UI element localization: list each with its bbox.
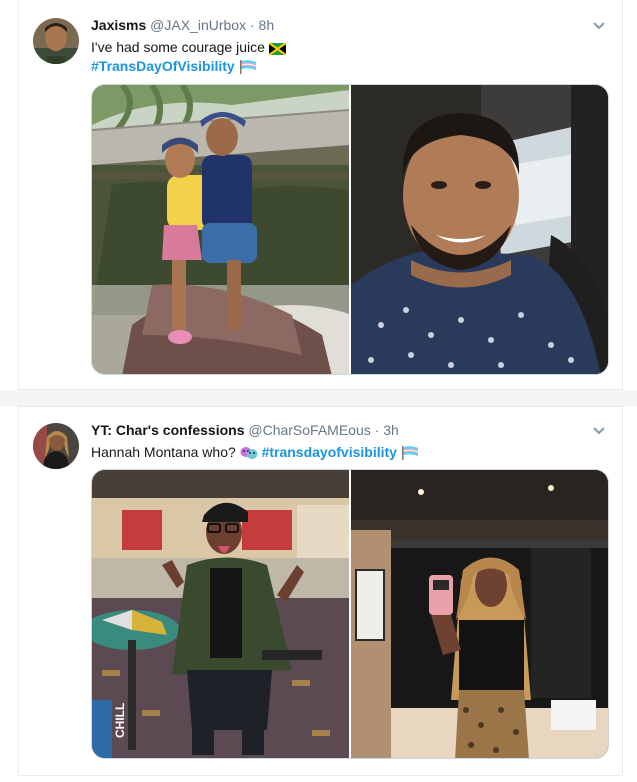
tweet-text: Hannah Montana who? #transdayofvisibilit…: [91, 443, 419, 464]
hashtag-line: #TransDayOfVisibility: [91, 57, 257, 78]
hashtag-link[interactable]: #TransDayOfVisibility: [91, 58, 235, 74]
chevron-down-icon[interactable]: [590, 421, 608, 439]
tweet-header: YT: Char's confessions @CharSoFAMEous · …: [91, 421, 399, 439]
author-name[interactable]: YT: Char's confessions: [91, 422, 244, 438]
avatar[interactable]: [33, 18, 79, 64]
separator: ·: [249, 17, 255, 33]
tweet-card[interactable]: YT: Char's confessions @CharSoFAMEous · …: [18, 406, 623, 776]
separator: ·: [374, 422, 380, 438]
avatar[interactable]: [33, 423, 79, 469]
trans-flag-icon: [239, 60, 257, 78]
timestamp[interactable]: 3h: [383, 422, 399, 438]
photo-sign-text: CHILL: [113, 703, 127, 738]
tweet-separator: [0, 390, 637, 406]
tweet-header: Jaxisms @JAX_inUrbox · 8h: [91, 16, 274, 34]
tweet-card[interactable]: Jaxisms @JAX_inUrbox · 8h I've had some …: [18, 0, 623, 390]
photo-selfie-in-car[interactable]: [351, 85, 608, 374]
masks-emoji-icon: [240, 446, 258, 464]
author-name[interactable]: Jaxisms: [91, 17, 146, 33]
trans-flag-icon: [401, 446, 419, 464]
tweet-text: I've had some courage juice: [91, 38, 287, 59]
media-grid[interactable]: [91, 84, 609, 375]
photo-children-on-horse[interactable]: [92, 85, 349, 374]
timeline: Jaxisms @JAX_inUrbox · 8h I've had some …: [0, 0, 637, 782]
media-grid[interactable]: CHILL: [91, 469, 609, 759]
author-handle[interactable]: @JAX_inUrbox: [150, 17, 246, 33]
chevron-down-icon[interactable]: [590, 16, 608, 34]
photo-seated-pose[interactable]: CHILL: [92, 470, 349, 758]
tweet-text-content: I've had some courage juice: [91, 39, 265, 55]
jamaica-flag-icon: [268, 41, 287, 59]
hashtag-link[interactable]: #transdayofvisibility: [262, 444, 397, 460]
photo-mirror-selfie[interactable]: [351, 470, 608, 758]
tweet-text-content: Hannah Montana who?: [91, 444, 236, 460]
timestamp[interactable]: 8h: [259, 17, 275, 33]
author-handle[interactable]: @CharSoFAMEous: [248, 422, 370, 438]
